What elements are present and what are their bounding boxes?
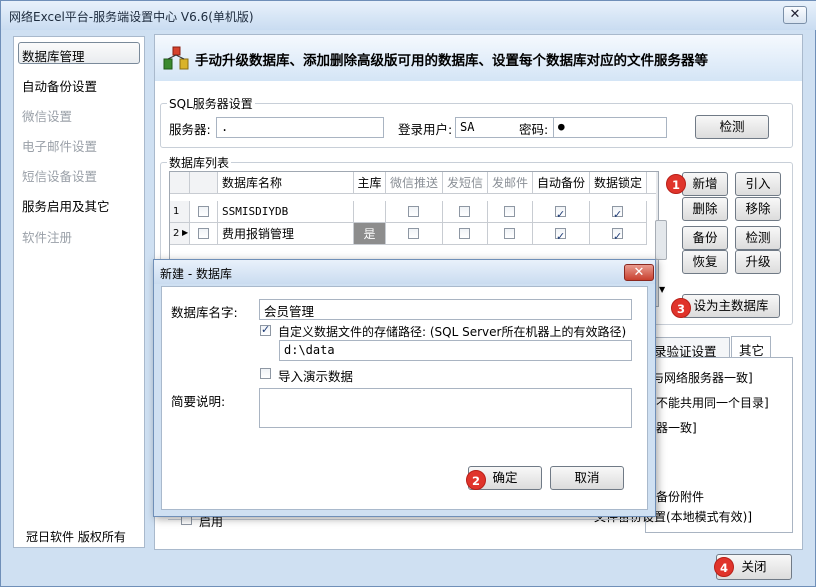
step-badge-2: 2 xyxy=(466,470,486,490)
grid-header-check xyxy=(190,172,218,194)
partial-bottom-group xyxy=(168,519,636,531)
custom-path-label: 自定义数据文件的存储路径: (SQL Server所在机器上的有效路径) xyxy=(278,325,627,339)
col-header-sms[interactable]: 发短信 xyxy=(443,172,488,194)
wechat-cell xyxy=(386,223,443,245)
restore-db-button[interactable]: 恢复 xyxy=(682,250,728,274)
partial-text-1: 与网络服务器一致] xyxy=(652,371,753,385)
db-name-label: 数据库名字: xyxy=(171,305,238,320)
main-cell[interactable] xyxy=(354,201,386,223)
step-badge-1: 1 xyxy=(666,174,686,194)
dialog-close-button[interactable]: ✕ xyxy=(624,264,654,281)
set-main-db-button[interactable]: 设为主数据库 xyxy=(682,294,780,318)
backup-db-button[interactable]: 备份 xyxy=(682,226,728,250)
banner: 手动升级数据库、添加删除高级版可用的数据库、设置每个数据库对应的文件服务器等 xyxy=(155,35,802,81)
sidebar-item-service[interactable]: 服务启用及其它 xyxy=(22,196,110,215)
row-number: 1 xyxy=(170,201,190,223)
wechat-checkbox[interactable] xyxy=(408,228,419,239)
mail-cell xyxy=(488,201,533,223)
backup-checkbox[interactable] xyxy=(555,204,566,222)
backup-cell xyxy=(533,201,590,223)
main-cell[interactable]: 是 xyxy=(354,223,386,245)
partial-text-3: 器一致] xyxy=(656,421,697,435)
col-header-name[interactable]: 数据库名称 xyxy=(218,172,354,194)
backup-checkbox[interactable] xyxy=(555,226,566,244)
path-input[interactable]: d:\data xyxy=(279,340,632,361)
sidebar-item-register: 软件注册 xyxy=(22,230,73,245)
import-demo-checkbox[interactable] xyxy=(260,368,271,379)
db-name-cell[interactable]: SSMISDIYDB xyxy=(218,201,354,223)
tab-login-verify[interactable]: 录验证设置 xyxy=(645,337,730,359)
backup-cell xyxy=(533,223,590,245)
window-title: 网络Excel平台-服务端设置中心 V6.6(单机版) xyxy=(9,10,254,24)
sms-cell xyxy=(443,223,488,245)
new-db-button[interactable]: 新增 xyxy=(682,172,728,196)
row-check-cell xyxy=(190,201,218,223)
row-check-cell xyxy=(190,223,218,245)
sms-checkbox[interactable] xyxy=(459,228,470,239)
col-header-lock[interactable]: 数据锁定 xyxy=(590,172,647,194)
sidebar-item-wechat: 微信设置 xyxy=(22,109,73,124)
banner-text: 手动升级数据库、添加删除高级版可用的数据库、设置每个数据库对应的文件服务器等 xyxy=(195,53,708,69)
db-list-title: 数据库列表 xyxy=(167,154,232,171)
sidebar-item-database[interactable]: 数据库管理 xyxy=(22,46,85,65)
lock-checkbox[interactable] xyxy=(612,204,623,222)
wechat-cell xyxy=(386,201,443,223)
dialog-title: 新建 - 数据库 xyxy=(160,267,232,281)
db-name-input[interactable]: 会员管理 xyxy=(259,299,632,320)
col-header-wechat[interactable]: 微信推送 xyxy=(386,172,443,194)
lock-cell xyxy=(590,201,647,223)
row-checkbox[interactable] xyxy=(198,228,209,239)
remove-db-button[interactable]: 移除 xyxy=(735,197,781,221)
sidebar-item-auto-backup[interactable]: 自动备份设置 xyxy=(22,76,97,95)
window-close-button[interactable]: ✕ xyxy=(783,6,807,24)
custom-path-checkbox[interactable] xyxy=(260,323,271,336)
scroll-down-icon[interactable]: ▼ xyxy=(659,285,665,294)
grid-scroll-thumb[interactable] xyxy=(655,220,667,260)
title-bar: 网络Excel平台-服务端设置中心 V6.6(单机版) ✕ xyxy=(1,1,816,30)
sms-checkbox[interactable] xyxy=(459,206,470,217)
dialog-cancel-button[interactable]: 取消 xyxy=(550,466,624,490)
server-label: 服务器: xyxy=(169,122,211,137)
description-label: 简要说明: xyxy=(171,394,226,409)
mail-checkbox[interactable] xyxy=(504,228,515,239)
user-label: 登录用户: xyxy=(398,122,453,137)
step-badge-3: 3 xyxy=(671,298,691,318)
import-demo-label: 导入演示数据 xyxy=(278,369,354,384)
delete-db-button[interactable]: 删除 xyxy=(682,197,728,221)
row-checkbox[interactable] xyxy=(198,206,209,217)
col-header-backup[interactable]: 自动备份 xyxy=(533,172,590,194)
db-name-cell[interactable]: 费用报销管理 xyxy=(218,223,354,245)
server-input[interactable]: . xyxy=(216,117,384,138)
step-badge-4: 4 xyxy=(714,557,734,577)
lock-checkbox[interactable] xyxy=(612,226,623,244)
col-header-mail[interactable]: 发邮件 xyxy=(488,172,533,194)
dialog-title-bar: 新建 - 数据库 xyxy=(154,260,655,284)
upgrade-db-button[interactable]: 升级 xyxy=(735,250,781,274)
col-header-main[interactable]: 主库 xyxy=(354,172,386,194)
sql-check-button[interactable]: 检测 xyxy=(695,115,769,139)
sql-section-title: SQL服务器设置 xyxy=(167,95,255,112)
partial-text-4: 备份附件 xyxy=(656,490,705,504)
mail-cell xyxy=(488,223,533,245)
description-input[interactable] xyxy=(259,388,632,428)
password-label: 密码: xyxy=(519,122,549,137)
import-db-button[interactable]: 引入 xyxy=(735,172,781,196)
grid-corner xyxy=(170,172,190,194)
database-network-icon xyxy=(163,46,189,70)
tab-other[interactable]: 其它 xyxy=(731,336,771,358)
mail-checkbox[interactable] xyxy=(504,206,515,217)
sms-cell xyxy=(443,201,488,223)
check-db-button[interactable]: 检测 xyxy=(735,226,781,250)
password-input[interactable]: ● xyxy=(553,117,667,138)
sidebar: 数据库管理 自动备份设置 微信设置 电子邮件设置 短信设备设置 服务启用及其它 … xyxy=(13,36,145,548)
copyright: 冠日软件 版权所有 xyxy=(26,530,126,544)
row-pointer-icon: ▶ xyxy=(182,228,189,237)
lock-cell xyxy=(590,223,647,245)
sidebar-item-sms: 短信设备设置 xyxy=(22,169,98,184)
partial-text-2: 不能共用同一个目录] xyxy=(656,396,769,410)
wechat-checkbox[interactable] xyxy=(408,206,419,217)
sidebar-item-email: 电子邮件设置 xyxy=(22,139,98,154)
